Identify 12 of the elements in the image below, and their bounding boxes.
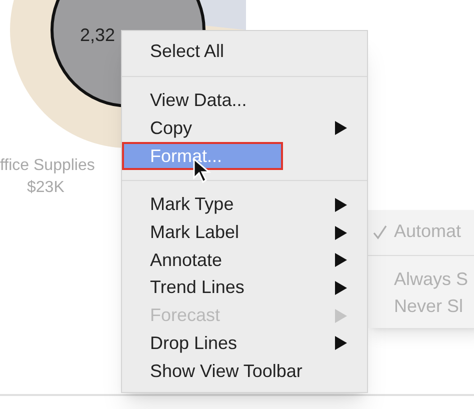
segment-value: $23K [27,178,64,198]
donut-center-label: 2,32 [80,24,116,47]
menu-item[interactable]: Annotate [122,246,367,274]
menu-item[interactable]: Trend Lines [122,274,367,302]
menu-item[interactable]: Mark Label [122,218,367,246]
menu-item[interactable]: Select All [122,38,367,66]
menu-item[interactable]: Copy [122,114,367,142]
segment-label: ffice Supplies [0,156,95,176]
menu-item[interactable]: Drop Lines [122,330,367,358]
menu-item[interactable]: Show View Toolbar [122,357,367,386]
menu-item[interactable]: View Data... [122,86,367,114]
menu-item[interactable]: Mark Type [122,190,367,219]
